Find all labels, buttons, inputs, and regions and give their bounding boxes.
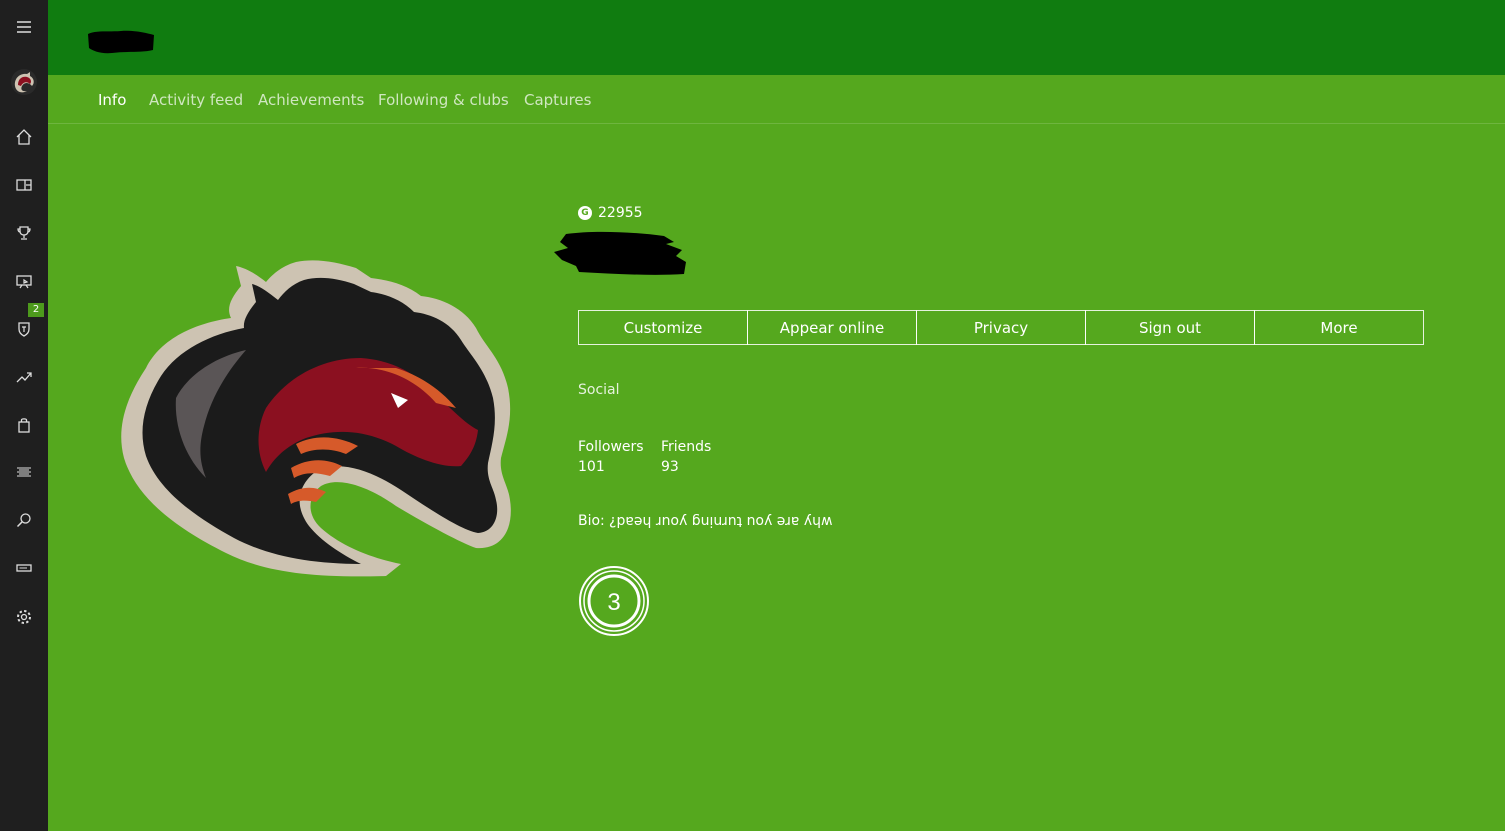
customize-button[interactable]: Customize: [578, 310, 748, 345]
redacted-gamertag: [88, 30, 154, 54]
store-bag-icon[interactable]: [0, 405, 48, 445]
friends-label: Friends: [661, 439, 712, 455]
reputation-level: 3: [607, 589, 620, 616]
appear-online-button[interactable]: Appear online: [747, 310, 917, 345]
tab-achievements[interactable]: Achievements: [258, 91, 364, 109]
dragon-gamerpic-image: [121, 260, 511, 577]
bio-text: why are you turning your head?: [609, 513, 833, 529]
friends-value: 93: [661, 459, 679, 475]
bio-label: Bio:: [578, 513, 605, 529]
tab-info[interactable]: Info: [98, 91, 126, 109]
my-games-icon[interactable]: [0, 165, 48, 205]
game-dvr-icon[interactable]: [0, 261, 48, 301]
achievements-trophy-icon[interactable]: [0, 213, 48, 253]
tab-captures[interactable]: Captures: [524, 91, 591, 109]
sign-out-button[interactable]: Sign out: [1085, 310, 1255, 345]
more-button[interactable]: More: [1254, 310, 1424, 345]
tab-following-clubs[interactable]: Following & clubs: [378, 91, 509, 109]
gamerscore-icon: G: [578, 206, 592, 220]
home-icon[interactable]: [0, 117, 48, 157]
followers-stat[interactable]: Followers 101: [578, 437, 644, 477]
followers-label: Followers: [578, 439, 644, 455]
activity-list-icon[interactable]: [0, 452, 48, 492]
gamerscore-value: 22955: [598, 205, 643, 221]
settings-gear-icon[interactable]: [0, 597, 48, 637]
clubs-shield-icon[interactable]: 2: [0, 303, 48, 349]
connection-icon[interactable]: [0, 548, 48, 588]
friends-stat[interactable]: Friends 93: [661, 437, 711, 477]
followers-value: 101: [578, 459, 605, 475]
trending-icon[interactable]: [0, 357, 48, 397]
bio: Bio: why are you turning your head?: [578, 513, 833, 529]
clubs-notification-badge: 2: [28, 303, 44, 317]
header-bar: [48, 0, 1505, 75]
profile-tabs: Info Activity feed Achievements Followin…: [48, 75, 1505, 124]
reputation-badge: 3: [579, 566, 649, 636]
hamburger-menu-icon[interactable]: [0, 7, 48, 47]
search-icon[interactable]: [0, 500, 48, 540]
gamerscore: G 22955: [578, 205, 643, 221]
redacted-real-name: [554, 231, 686, 275]
sidebar: 2: [0, 0, 48, 831]
privacy-button[interactable]: Privacy: [916, 310, 1086, 345]
social-heading: Social: [578, 382, 620, 398]
tab-activity-feed[interactable]: Activity feed: [149, 91, 243, 109]
profile-action-buttons: Customize Appear online Privacy Sign out…: [578, 310, 1424, 345]
profile-avatar-icon[interactable]: [0, 62, 48, 102]
